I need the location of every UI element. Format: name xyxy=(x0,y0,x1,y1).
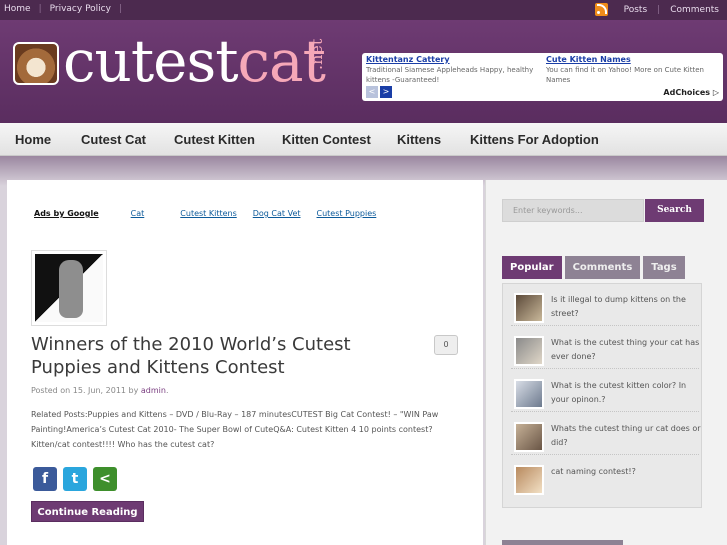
ad-link[interactable]: Cutest Puppies xyxy=(317,209,377,218)
nav-kittens[interactable]: Kittens xyxy=(397,132,441,147)
feed-link-comments[interactable]: Comments xyxy=(670,5,719,15)
post-thumbnail xyxy=(514,465,544,495)
list-item[interactable]: Is it illegal to dump kittens on the str… xyxy=(511,290,699,326)
post-meta: Posted on 15. Jun, 2011 by admin. xyxy=(31,386,169,395)
site-logo[interactable]: cutestcat xyxy=(63,27,326,95)
main-navigation: Home Cutest Cat Cutest Kitten Kitten Con… xyxy=(0,123,727,156)
tab-tags[interactable]: Tags xyxy=(643,256,685,279)
divider: | xyxy=(38,4,42,14)
continue-reading-button[interactable]: Continue Reading xyxy=(31,501,144,522)
ad-link[interactable]: Cat xyxy=(131,209,145,218)
sidebar: Enter keywords... Search Popular Comment… xyxy=(485,180,727,545)
list-item[interactable]: What is the cutest kitten color? In your… xyxy=(511,376,699,412)
kitten-photo xyxy=(35,254,103,322)
tab-comments[interactable]: Comments xyxy=(564,256,641,279)
ad-title[interactable]: Cute Kitten Names xyxy=(546,55,722,64)
post-title[interactable]: Winners of the 2010 World’s Cutest Puppi… xyxy=(31,333,411,379)
post-thumbnail xyxy=(514,379,544,409)
list-item[interactable]: cat naming contest!? xyxy=(511,462,699,498)
main-content: Ads by Google Cat Cutest Kittens Dog Cat… xyxy=(7,180,483,545)
logo-cat-image[interactable] xyxy=(13,42,59,85)
list-item[interactable]: Whats the cutest thing ur cat does or di… xyxy=(511,419,701,455)
ad-item[interactable]: Kittentanz Cattery Traditional Siamese A… xyxy=(366,55,542,85)
ad-prev-button[interactable]: < xyxy=(366,86,378,98)
top-link-privacy[interactable]: Privacy Policy xyxy=(50,4,119,14)
divider: | xyxy=(657,4,661,15)
ad-link[interactable]: Cutest Kittens xyxy=(180,209,236,218)
twitter-share-icon[interactable]: t xyxy=(63,467,87,491)
facebook-share-icon[interactable]: f xyxy=(33,467,57,491)
meta-period: . xyxy=(165,386,169,395)
ad-link[interactable]: Dog Cat Vet xyxy=(253,209,301,218)
list-item-title[interactable]: cat naming contest!? xyxy=(551,465,701,479)
ads-by-google-label[interactable]: Ads by Google xyxy=(34,209,99,218)
list-item-title[interactable]: Is it illegal to dump kittens on the str… xyxy=(551,293,701,321)
adchoices-link[interactable]: AdChoices ▷ xyxy=(663,88,719,97)
ad-title[interactable]: Kittentanz Cattery xyxy=(366,55,542,64)
post-thumbnail xyxy=(514,422,544,452)
nav-kittens-for-adoption[interactable]: Kittens For Adoption xyxy=(470,132,599,147)
search-input[interactable]: Enter keywords... xyxy=(502,199,644,222)
header-ad-unit: Kittentanz Cattery Traditional Siamese A… xyxy=(362,53,723,101)
list-item[interactable]: What is the cutest thing your cat has ev… xyxy=(511,333,699,369)
popular-posts-list: Is it illegal to dump kittens on the str… xyxy=(502,283,702,508)
list-item-title[interactable]: Whats the cutest thing ur cat does or di… xyxy=(551,422,701,450)
ad-navigation: < > xyxy=(366,86,392,98)
search-button[interactable]: Search xyxy=(645,199,704,222)
post-date: Posted on 15. Jun, 2011 by xyxy=(31,386,139,395)
nav-kitten-contest[interactable]: Kitten Contest xyxy=(282,132,371,147)
ad-item[interactable]: Cute Kitten Names You can find it on Yah… xyxy=(546,55,722,85)
feed-link-posts[interactable]: Posts xyxy=(624,5,648,15)
sidebar-widget-header xyxy=(502,540,623,545)
list-item-title[interactable]: What is the cutest kitten color? In your… xyxy=(551,379,701,407)
share-icon[interactable]: < xyxy=(93,467,117,491)
nav-home[interactable]: Home xyxy=(15,132,51,147)
post-author-link[interactable]: admin xyxy=(141,386,166,395)
rss-icon[interactable] xyxy=(594,3,608,16)
comment-count-badge[interactable]: 0 xyxy=(434,335,458,355)
ad-description: Traditional Siamese Appleheads Happy, he… xyxy=(366,66,534,84)
nav-cutest-kitten[interactable]: Cutest Kitten xyxy=(174,132,255,147)
logo-suffix: .net xyxy=(307,38,326,70)
google-ad-links: Ads by Google Cat Cutest Kittens Dog Cat… xyxy=(34,209,392,218)
nav-cutest-cat[interactable]: Cutest Cat xyxy=(81,132,146,147)
list-item-title[interactable]: What is the cutest thing your cat has ev… xyxy=(551,336,701,364)
top-feed-links: Posts | Comments xyxy=(594,3,719,16)
divider: | xyxy=(118,4,123,14)
tab-popular[interactable]: Popular xyxy=(502,256,562,279)
logo-part1: cutest xyxy=(63,27,239,95)
post-thumbnail xyxy=(514,293,544,323)
top-bar: Home | Privacy Policy | Posts | Comments xyxy=(0,0,727,20)
ad-next-button[interactable]: > xyxy=(380,86,392,98)
post-thumbnail[interactable] xyxy=(31,250,107,326)
post-thumbnail xyxy=(514,336,544,366)
ad-description: You can find it on Yahoo! More on Cute K… xyxy=(546,66,704,84)
sidebar-tabs: Popular Comments Tags xyxy=(502,256,685,279)
post-excerpt: Related Posts:Puppies and Kittens – DVD … xyxy=(31,410,439,449)
top-link-home[interactable]: Home xyxy=(4,4,39,14)
top-links: Home | Privacy Policy | xyxy=(4,4,130,14)
